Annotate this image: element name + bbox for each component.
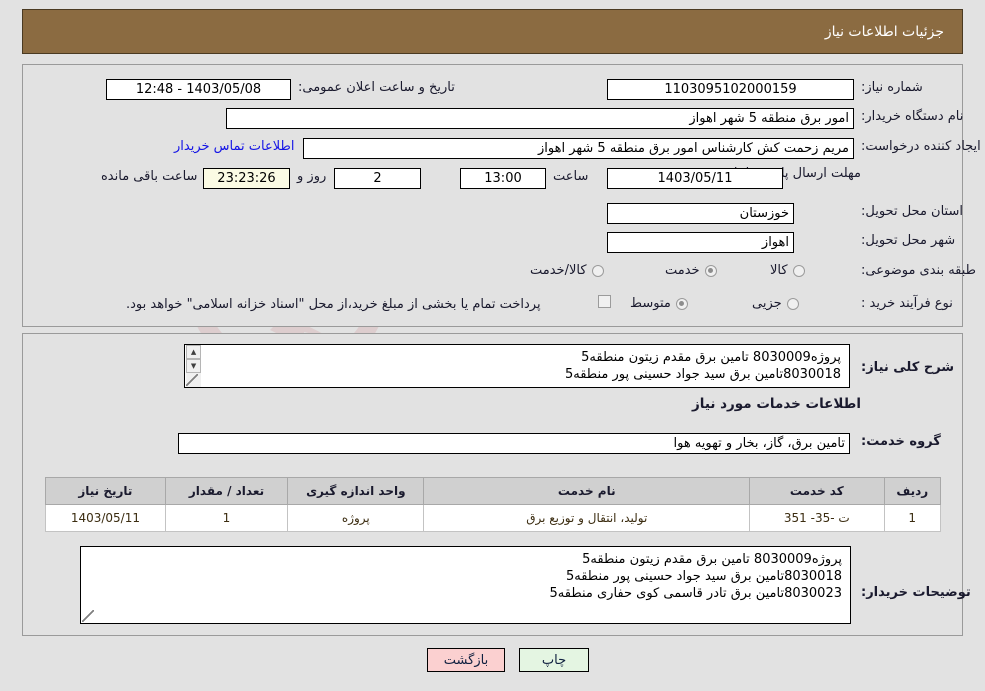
summary-resize-grip[interactable] — [186, 374, 198, 386]
city-field[interactable]: اهواز — [607, 232, 794, 253]
days-label-wrap: روز و — [297, 169, 326, 184]
print-button[interactable]: چاپ — [519, 648, 589, 672]
col-need-date: تاریخ نیاز — [45, 477, 166, 505]
remaining-label-wrap: ساعت باقی مانده — [101, 169, 197, 184]
radio-motevaset-icon[interactable] — [675, 297, 688, 310]
process-option-motevaset[interactable]: متوسط — [630, 296, 688, 311]
days-label: روز و — [297, 169, 327, 184]
back-button[interactable]: بازگشت — [427, 648, 505, 672]
cell-name: تولید، انتقال و توزیع برق — [423, 504, 751, 532]
process-option-jozii[interactable]: جزیی — [752, 296, 799, 311]
treasury-checkbox-wrap[interactable] — [598, 295, 611, 308]
process-option-label-0: جزیی — [752, 296, 782, 311]
col-unit: واحد اندازه گیری — [287, 477, 425, 505]
service-group-label: گروه خدمت: — [861, 434, 941, 449]
summary-line-1: 8030018تامین برق سید جواد حسینی پور منطق… — [564, 367, 841, 382]
services-table: ردیف کد خدمت نام خدمت واحد اندازه گیری ت… — [45, 477, 941, 532]
buyer-notes-resize-grip[interactable] — [82, 610, 94, 622]
buyer-org-label-wrap: نام دستگاه خریدار: — [861, 109, 963, 124]
buyer-contact-link-wrap[interactable]: اطلاعات تماس خریدار — [174, 139, 294, 154]
process-label-wrap: نوع فرآیند خرید : — [861, 296, 953, 311]
category-option-label-2: کالا/خدمت — [530, 263, 587, 278]
remaining-days-field[interactable]: 2 — [334, 168, 421, 189]
countdown-field: 23:23:26 — [203, 168, 290, 189]
need-number-label: شماره نیاز: — [861, 80, 923, 95]
process-option-label-1: متوسط — [630, 296, 671, 311]
cell-quantity: 1 — [164, 504, 289, 532]
scroll-down-icon[interactable]: ▼ — [186, 359, 201, 373]
col-code: کد خدمت — [749, 477, 885, 505]
announce-datetime-label: تاریخ و ساعت اعلان عمومی: — [298, 80, 455, 95]
table-header-row: ردیف کد خدمت نام خدمت واحد اندازه گیری ت… — [45, 477, 941, 505]
cell-need-date: 1403/05/11 — [45, 504, 166, 532]
category-option-khedmat[interactable]: خدمت — [665, 263, 717, 278]
col-quantity: تعداد / مقدار — [164, 477, 289, 505]
deadline-time-label-wrap: ساعت — [553, 169, 588, 184]
province-label-wrap: استان محل تحویل: — [861, 204, 963, 219]
buyer-notes-textarea[interactable]: پروژه8030009 تامین برق مقدم زیتون منطقه5… — [80, 546, 851, 624]
buyer-notes-label-wrap: توضیحات خریدار: — [861, 585, 971, 600]
deadline-time-label: ساعت — [553, 169, 589, 184]
city-label: شهر محل تحویل: — [861, 233, 956, 248]
requester-label: ایجاد کننده درخواست: — [861, 139, 981, 154]
city-label-wrap: شهر محل تحویل: — [861, 233, 955, 248]
window-title-bar: جزئیات اطلاعات نیاز — [22, 9, 963, 54]
buyer-notes-label: توضیحات خریدار: — [861, 585, 971, 600]
announce-datetime-label-wrap: تاریخ و ساعت اعلان عمومی: — [298, 80, 455, 95]
category-option-label-1: خدمت — [665, 263, 700, 278]
buyer-contact-link[interactable]: اطلاعات تماس خریدار — [174, 139, 294, 154]
announce-datetime-field[interactable]: 1403/05/08 - 12:48 — [106, 79, 291, 100]
cell-radif: 1 — [883, 504, 941, 532]
requester-field[interactable]: مریم زحمت کش کارشناس امور برق منطقه 5 شه… — [303, 138, 854, 159]
category-label-wrap: طبقه بندی موضوعی: — [861, 263, 976, 278]
page-root: AriaTender.net جزئیات اطلاعات نیاز شماره… — [0, 0, 985, 691]
cell-unit: پروژه — [287, 504, 425, 532]
summary-textarea[interactable]: پروژه8030009 تامین برق مقدم زیتون منطقه5… — [184, 344, 850, 388]
radio-kala-icon[interactable] — [792, 264, 805, 277]
scroll-up-icon[interactable]: ▲ — [186, 345, 201, 359]
radio-kala-khedmat-icon[interactable] — [591, 264, 604, 277]
requester-label-wrap: ایجاد کننده درخواست: — [861, 139, 981, 154]
treasury-note-wrap: پرداخت تمام یا بخشی از مبلغ خرید،از محل … — [126, 297, 541, 312]
summary-label-wrap: شرح کلی نیاز: — [861, 360, 954, 375]
deadline-date-field[interactable]: 1403/05/11 — [607, 168, 783, 189]
buyer-notes-line-2: 8030023تامین برق تادر قاسمی کوی حفاری من… — [549, 586, 843, 601]
radio-jozii-icon[interactable] — [786, 297, 799, 310]
buyer-org-label: نام دستگاه خریدار: — [861, 109, 964, 124]
summary-label: شرح کلی نیاز: — [861, 360, 955, 375]
remaining-label: ساعت باقی مانده — [101, 169, 198, 184]
province-field[interactable]: خوزستان — [607, 203, 794, 224]
treasury-note: پرداخت تمام یا بخشی از مبلغ خرید،از محل … — [126, 297, 541, 312]
service-group-label-wrap: گروه خدمت: — [861, 434, 941, 449]
buyer-notes-line-1: 8030018تامین برق سید جواد حسینی پور منطق… — [565, 569, 842, 584]
services-section-heading: اطلاعات خدمات مورد نیاز — [691, 396, 861, 412]
category-option-label-0: کالا — [770, 263, 788, 278]
buyer-notes-line-0: پروژه8030009 تامین برق مقدم زیتون منطقه5 — [582, 552, 842, 567]
deadline-time-field[interactable]: 13:00 — [460, 168, 546, 189]
summary-textarea-content: پروژه8030009 تامین برق مقدم زیتون منطقه5… — [185, 345, 849, 387]
category-option-kala-khedmat[interactable]: کالا/خدمت — [530, 263, 604, 278]
service-group-field[interactable]: تامین برق، گاز، بخار و تهویه هوا — [178, 433, 850, 454]
col-name: نام خدمت — [423, 477, 751, 505]
province-label: استان محل تحویل: — [861, 204, 963, 219]
buyer-notes-content: پروژه8030009 تامین برق مقدم زیتون منطقه5… — [81, 547, 850, 606]
category-option-kala[interactable]: کالا — [770, 263, 805, 278]
need-number-field[interactable]: 1103095102000159 — [607, 79, 854, 100]
process-label: نوع فرآیند خرید : — [861, 296, 953, 311]
category-label: طبقه بندی موضوعی: — [861, 263, 977, 278]
need-number-label-wrap: شماره نیاز: — [861, 80, 923, 95]
cell-code: ت -35- 351 — [749, 504, 885, 532]
radio-khedmat-icon[interactable] — [704, 264, 717, 277]
page-title: جزئیات اطلاعات نیاز — [824, 23, 944, 40]
buyer-org-field[interactable]: امور برق منطقه 5 شهر اهواز — [226, 108, 854, 129]
col-radif: ردیف — [883, 477, 941, 505]
need-info-panel — [22, 64, 963, 327]
table-row[interactable]: 1 ت -35- 351 تولید، انتقال و توزیع برق پ… — [45, 504, 941, 532]
summary-line-0: پروژه8030009 تامین برق مقدم زیتون منطقه5 — [581, 350, 841, 365]
treasury-checkbox[interactable] — [598, 295, 611, 308]
